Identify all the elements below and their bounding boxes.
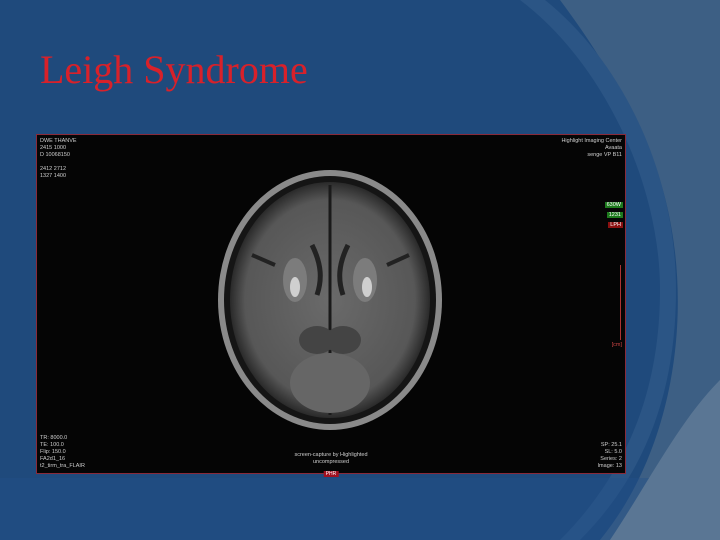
slide-title: Leigh Syndrome xyxy=(40,47,308,92)
capture-note: screen-capture by Highlighted uncompress… xyxy=(294,452,368,465)
orientation-marker: PHR xyxy=(323,471,339,477)
series-info-overlay: SP: 25.1 SL: 5.0 Series: 2 Image: 13 xyxy=(597,442,622,469)
sequence-params-overlay: TR: 8000.0 TE: 100.0 Flip: 150.0 FA2d1_1… xyxy=(40,435,85,469)
scale-ruler xyxy=(606,265,621,340)
institution-overlay: Highlight Imaging Center Avaata senge VP… xyxy=(561,138,622,158)
orientation-tag: LPH xyxy=(608,222,623,228)
level-tag: 1231 xyxy=(606,212,623,218)
ruler-label: [cm] xyxy=(611,342,622,348)
window-tag: 630W xyxy=(604,202,623,208)
mri-image-viewer: DWE THANVE 2415 1000 D 10068150 2412 271… xyxy=(36,134,626,477)
brain-axial-flair-image xyxy=(218,170,442,430)
patient-info-overlay: DWE THANVE 2415 1000 D 10068150 2412 271… xyxy=(40,138,77,179)
